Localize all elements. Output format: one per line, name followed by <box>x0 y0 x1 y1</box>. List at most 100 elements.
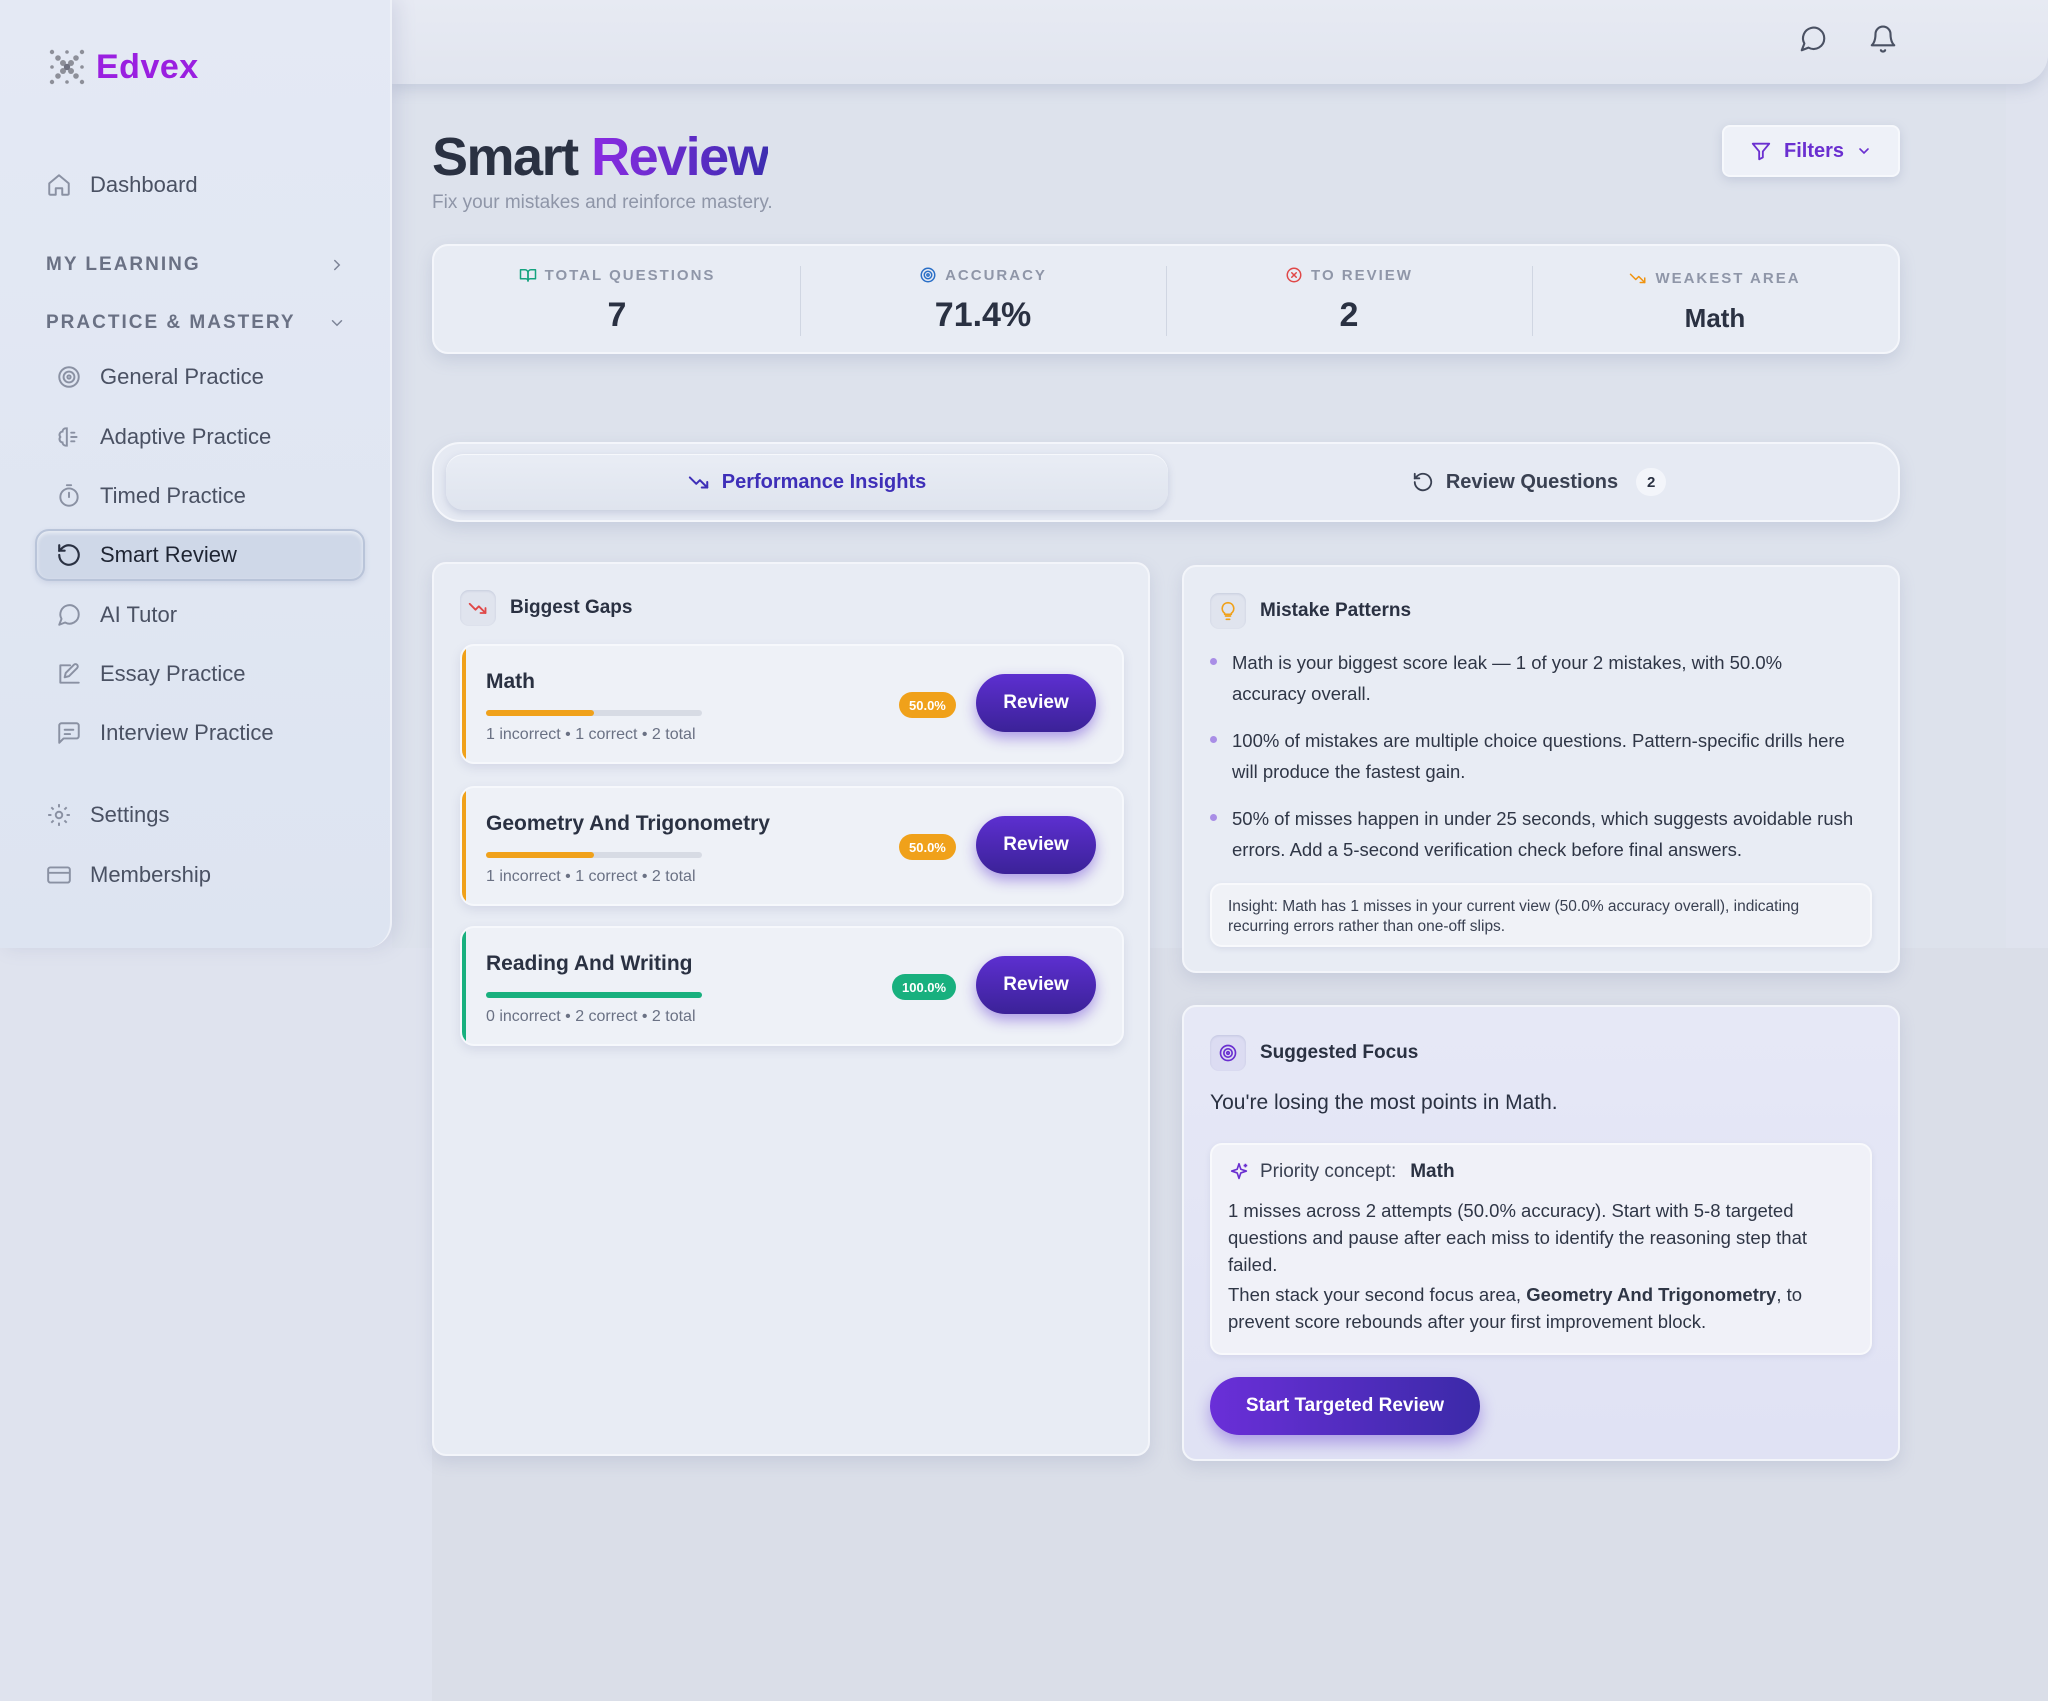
accuracy-badge: 50.0% <box>899 692 956 718</box>
brain-icon <box>58 427 78 447</box>
credit-card-icon <box>47 866 71 884</box>
sidebar-item-adaptive-practice[interactable]: Adaptive Practice <box>56 424 271 450</box>
stat-label-text: TOTAL QUESTIONS <box>544 266 716 284</box>
priority-header: Priority concept: Math <box>1228 1161 1455 1183</box>
priority-description: 1 misses across 2 attempts (50.0% accura… <box>1228 1200 1808 1275</box>
title-accent: Review <box>591 127 770 187</box>
gap-meta: 1 incorrect • 1 correct • 2 total <box>486 868 696 885</box>
stat-accuracy: ACCURACY 71.4% <box>800 246 1166 352</box>
trend-down-icon <box>468 602 487 614</box>
pattern-bullet: 100% of mistakes are multiple choice que… <box>1210 725 1860 787</box>
accent-stripe <box>462 646 466 762</box>
bell-icon[interactable] <box>1868 24 1898 54</box>
section-label: PRACTICE & MASTERY <box>46 312 296 333</box>
sidebar-item-interview-practice[interactable]: Interview Practice <box>56 720 274 746</box>
refresh-icon <box>58 544 80 566</box>
icon-badge <box>1210 593 1246 629</box>
view-tabs: Performance Insights Review Questions 2 <box>432 442 1900 522</box>
insight-callout: Insight: Math has 1 misses in your curre… <box>1210 883 1872 947</box>
lightbulb-icon <box>1221 601 1235 621</box>
page-subtitle: Fix your mistakes and reinforce mastery. <box>432 192 773 213</box>
sidebar-item-label: Membership <box>90 862 212 887</box>
gap-item[interactable]: Reading And Writing 0 incorrect • 2 corre… <box>460 926 1124 1046</box>
logo-icon <box>49 49 85 85</box>
gap-meta: 1 incorrect • 1 correct • 2 total <box>486 726 696 743</box>
priority-followup: Then stack your second focus area, Geome… <box>1228 1281 1858 1335</box>
section-my-learning[interactable]: MY LEARNING <box>46 254 346 276</box>
sidebar-item-settings[interactable]: Settings <box>46 802 170 828</box>
accuracy-bar <box>486 852 702 858</box>
timer-icon <box>59 484 79 507</box>
sidebar-item-label: Adaptive Practice <box>100 424 272 449</box>
stat-value: Math <box>1684 303 1746 333</box>
trend-down-icon <box>688 476 708 489</box>
review-button[interactable]: Review <box>976 816 1096 874</box>
sidebar-item-label: AI Tutor <box>100 602 178 627</box>
stat-label: ACCURACY <box>919 266 1047 284</box>
gap-subject: Geometry And Trigonometry <box>486 812 770 835</box>
message-square-icon <box>58 722 80 744</box>
gap-item[interactable]: Geometry And Trigonometry 1 incorrect • 1… <box>460 786 1124 906</box>
suggested-focus-card: Suggested Focus You're losing the most p… <box>1182 1005 1900 1461</box>
stat-value: 71.4% <box>934 296 1032 334</box>
section-practice-mastery[interactable]: PRACTICE & MASTERY <box>46 312 346 334</box>
tab-review-questions[interactable]: Review Questions 2 <box>1194 454 1884 510</box>
followup-text: Then stack your second focus area, <box>1228 1284 1527 1305</box>
sidebar-item-dashboard[interactable]: Dashboard <box>46 172 198 198</box>
focus-headline: You're losing the most points in Math. <box>1210 1091 1558 1114</box>
count-badge: 2 <box>1636 468 1667 496</box>
accuracy-bar <box>486 710 702 716</box>
sidebar-item-essay-practice[interactable]: Essay Practice <box>56 661 246 687</box>
sidebar-item-smart-review[interactable]: Smart Review <box>56 542 237 568</box>
card-title: Biggest Gaps <box>510 597 633 618</box>
accent-stripe <box>462 788 466 904</box>
sidebar-item-label: Smart Review <box>100 542 237 567</box>
priority-label: Priority concept: <box>1260 1161 1397 1182</box>
edit-icon <box>59 663 80 684</box>
accuracy-bar-fill <box>486 852 594 858</box>
accent-stripe <box>462 928 466 1044</box>
brand-name: Edvex <box>96 47 199 86</box>
review-button[interactable]: Review <box>976 674 1096 732</box>
gap-subject: Reading And Writing <box>486 952 693 975</box>
stat-value: 2 <box>1339 296 1359 334</box>
stat-label: WEAKEST AREA <box>1629 269 1800 287</box>
chevron-down-icon <box>331 320 343 327</box>
sidebar-item-membership[interactable]: Membership <box>46 862 211 888</box>
target-icon <box>920 267 936 283</box>
sparkle-icon <box>1230 1162 1248 1180</box>
chat-icon <box>58 604 80 626</box>
stat-weakest-area: WEAKEST AREA Math <box>1532 246 1898 352</box>
stat-label: TO REVIEW <box>1285 266 1413 284</box>
gap-item[interactable]: Math 1 incorrect • 1 correct • 2 total 50.… <box>460 644 1124 764</box>
card-title: Mistake Patterns <box>1260 600 1412 621</box>
refresh-icon <box>1413 472 1433 492</box>
accuracy-bar-fill <box>486 710 594 716</box>
stats-bar: TOTAL QUESTIONS 7 ACCURACY 71.4% TO REVI… <box>432 244 1900 354</box>
stat-label: TOTAL QUESTIONS <box>519 266 716 284</box>
stat-total-questions: TOTAL QUESTIONS 7 <box>434 246 800 352</box>
tab-performance-insights[interactable]: Performance Insights <box>446 454 1168 510</box>
home-icon <box>48 174 70 196</box>
title-part: Smart <box>432 127 592 187</box>
gap-meta: 0 incorrect • 2 correct • 2 total <box>486 1008 696 1025</box>
accuracy-badge: 50.0% <box>899 834 956 860</box>
stat-value: 7 <box>607 296 627 334</box>
sidebar-item-label: General Practice <box>100 364 264 389</box>
sidebar-item-general-practice[interactable]: General Practice <box>56 364 264 390</box>
stat-to-review: TO REVIEW 2 <box>1166 246 1532 352</box>
sidebar-item-timed-practice[interactable]: Timed Practice <box>56 483 246 509</box>
card-header: Mistake Patterns <box>1210 593 1411 629</box>
message-icon[interactable] <box>1798 24 1828 54</box>
chevron-right-icon <box>334 259 341 271</box>
brand[interactable]: Edvex <box>46 46 199 88</box>
pattern-bullet: Math is your biggest score leak — 1 of y… <box>1210 647 1860 709</box>
filters-button[interactable]: Filters <box>1722 125 1900 177</box>
review-button[interactable]: Review <box>976 956 1096 1014</box>
sidebar-item-label: Timed Practice <box>100 483 246 508</box>
gear-icon <box>48 804 70 826</box>
gap-subject: Math <box>486 670 535 693</box>
target-icon <box>1219 1044 1237 1062</box>
sidebar-item-ai-tutor[interactable]: AI Tutor <box>56 602 177 628</box>
start-targeted-review-button[interactable]: Start Targeted Review <box>1210 1377 1480 1435</box>
